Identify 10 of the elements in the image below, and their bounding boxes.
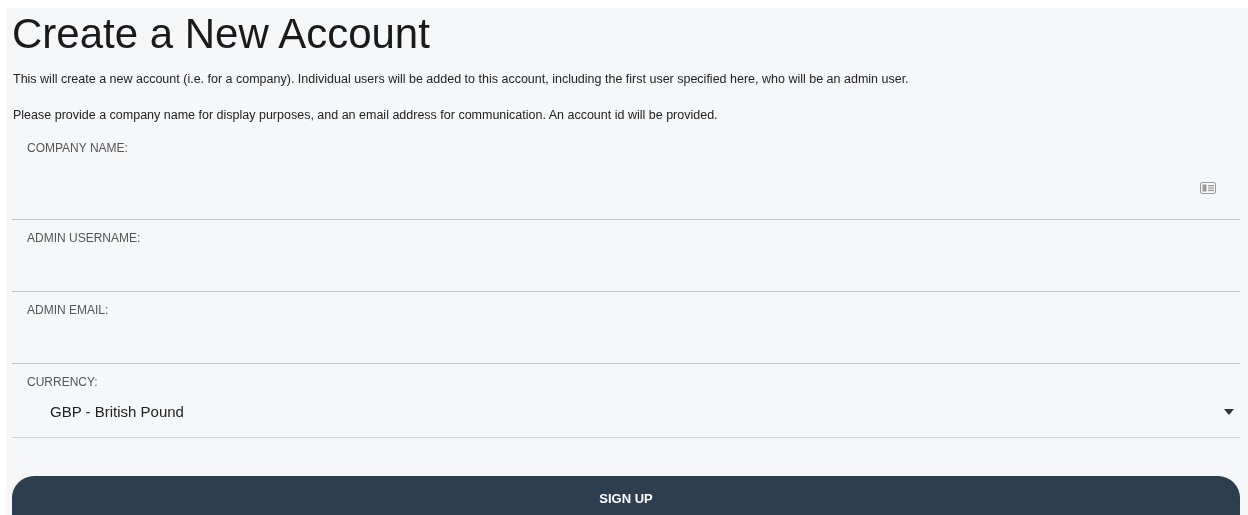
input-field[interactable]: ADMIN USERNAME:	[12, 220, 1240, 292]
page-title: Create a New Account	[11, 9, 431, 59]
dropdown-caret-icon	[1224, 409, 1234, 415]
description-text: Please provide a company name for display purposes, and an email address for communication. An account id will be provided.	[13, 107, 719, 124]
input-field[interactable]: COMPANY NAME:	[12, 130, 1240, 220]
description-text: This will create a new account (i.e. for a company). Individual users will be added to this account, including the first user specified here, who will be an admin user.	[13, 71, 910, 88]
currency-select[interactable]: GBP - British Pound	[12, 394, 1240, 430]
field-label: CURRENCY:	[26, 374, 99, 390]
sign-up-button[interactable]: SIGN UP	[12, 476, 1240, 515]
input-field[interactable]: ADMIN EMAIL:	[12, 292, 1240, 364]
